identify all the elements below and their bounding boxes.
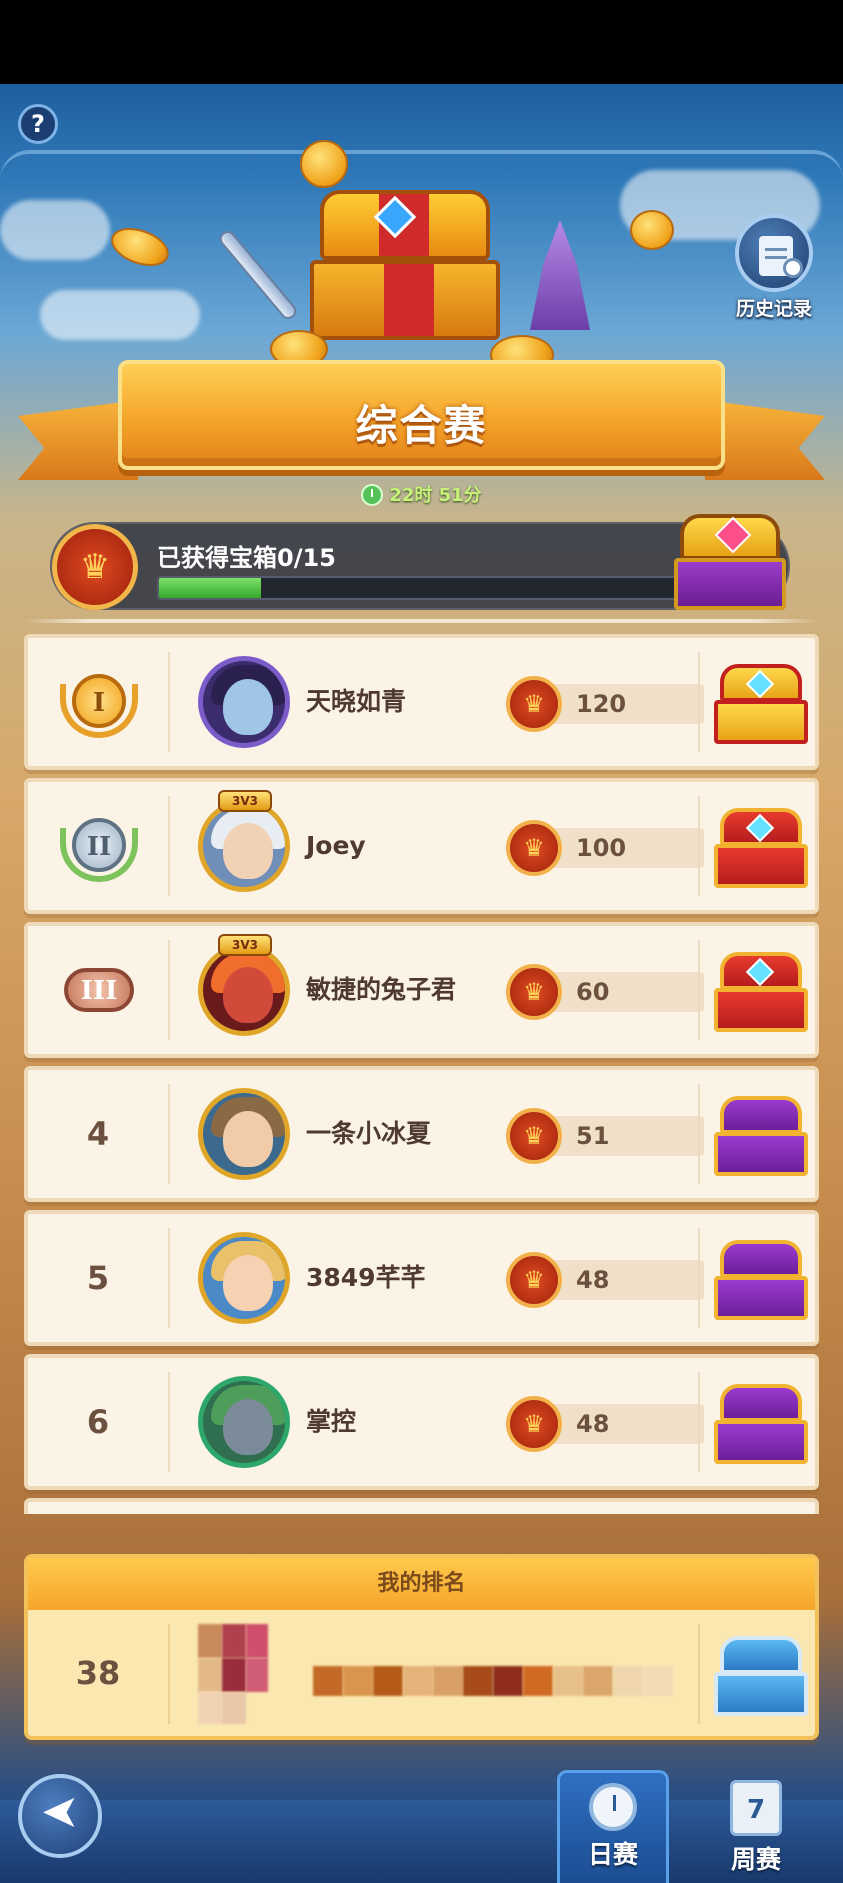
- score-value: 51: [576, 1122, 610, 1150]
- chest-progress-bar: [157, 576, 727, 600]
- blue-chest-icon[interactable]: [714, 1632, 808, 1720]
- gold-medal-icon: I: [60, 664, 138, 740]
- gold-chest-icon[interactable]: [714, 660, 808, 748]
- tower-icon: [530, 220, 590, 330]
- coin-icon: [300, 140, 348, 188]
- leaderboard-row[interactable]: I 天晓如青 ♛ 120: [24, 634, 819, 770]
- my-rank-header: 我的排名: [28, 1558, 815, 1610]
- purple-chest-icon[interactable]: [714, 1380, 808, 1468]
- clock-icon: [361, 484, 384, 506]
- trophy-icon: ♛: [506, 1396, 562, 1452]
- calendar-icon: 7: [730, 1780, 782, 1836]
- frame-badge: 3V3: [218, 790, 272, 812]
- leaderboard-row[interactable]: [24, 1498, 819, 1514]
- help-icon: ?: [31, 110, 45, 138]
- treasure-chest-icon: [310, 190, 500, 340]
- redacted-name: [313, 1666, 693, 1696]
- player-name: 掌控: [306, 1407, 357, 1436]
- clock-icon: [589, 1783, 637, 1831]
- rank-number: 4: [86, 1115, 110, 1153]
- treasure-illustration: [105, 140, 680, 380]
- trophy-icon: ♛: [506, 1252, 562, 1308]
- leaderboard-row[interactable]: 5 3849芊芊 ♛ 48: [24, 1210, 819, 1346]
- trophy-icon: ♛: [506, 1108, 562, 1164]
- avatar[interactable]: [198, 1232, 290, 1324]
- tab-daily[interactable]: 日赛: [557, 1770, 669, 1883]
- title-banner: 综合赛: [18, 360, 825, 500]
- medal-numeral: II: [72, 818, 126, 872]
- chest-progress-fill: [159, 578, 261, 598]
- score-value: 48: [576, 1266, 610, 1294]
- history-label: 历史记录: [735, 298, 812, 320]
- page-title: 综合赛: [355, 401, 488, 450]
- score-value: 120: [576, 690, 627, 718]
- leaderboard-row[interactable]: II 3V3 Joey ♛ 100: [24, 778, 819, 914]
- coin-icon: [105, 220, 175, 274]
- leaderboard-list[interactable]: I 天晓如青 ♛ 120 II 3V3 Joey ♛ 100 III 3V3 敏…: [0, 634, 843, 1514]
- trophy-icon: ♛: [52, 524, 138, 610]
- trophy-icon: ♛: [506, 676, 562, 732]
- divider: [24, 619, 819, 623]
- player-name: 天晓如青: [306, 687, 407, 716]
- bronze-medal-icon: III: [60, 952, 138, 1028]
- rank-number: 6: [86, 1403, 110, 1441]
- player-name: 3849芊芊: [306, 1263, 426, 1292]
- medal-numeral: III: [64, 968, 134, 1012]
- purple-chest-icon[interactable]: [714, 1092, 808, 1180]
- purple-chest-icon[interactable]: [714, 1236, 808, 1324]
- tab-weekly-label: 周赛: [730, 1845, 781, 1874]
- player-name: 一条小冰夏: [306, 1119, 432, 1148]
- medal-numeral: I: [72, 674, 126, 728]
- cloud: [0, 200, 110, 260]
- score-value: 48: [576, 1410, 610, 1438]
- leaderboard-row[interactable]: 4 一条小冰夏 ♛ 51: [24, 1066, 819, 1202]
- calendar-day: 7: [746, 1795, 766, 1825]
- score-value: 100: [576, 834, 627, 862]
- my-rank-number: 38: [75, 1654, 121, 1692]
- red-chest-icon[interactable]: [714, 804, 808, 892]
- leaderboard-row[interactable]: 6 掌控 ♛ 48: [24, 1354, 819, 1490]
- screen: ? 历史记录 综合赛 22时 51分 ♛ 已获得宝箱0/15 I 天晓如青 ♛ …: [0, 0, 843, 1883]
- sword-icon: [216, 227, 300, 323]
- history-record-icon: [735, 214, 813, 292]
- red-chest-icon[interactable]: [714, 948, 808, 1036]
- milestone-chest-icon[interactable]: [672, 508, 790, 616]
- tab-weekly[interactable]: 7 周赛: [700, 1770, 812, 1883]
- timer-text: 22时 51分: [389, 485, 482, 506]
- history-button[interactable]: 历史记录: [724, 214, 824, 320]
- score-value: 60: [576, 978, 610, 1006]
- trophy-icon: ♛: [506, 964, 562, 1020]
- help-button[interactable]: ?: [18, 104, 58, 144]
- chest-progress-label: 已获得宝箱0/15: [157, 544, 336, 572]
- coin-icon: [630, 210, 674, 250]
- avatar[interactable]: [198, 944, 290, 1036]
- avatar[interactable]: [198, 800, 290, 892]
- leaderboard-row[interactable]: III 3V3 敏捷的兔子君 ♛ 60: [24, 922, 819, 1058]
- avatar[interactable]: [198, 656, 290, 748]
- back-button[interactable]: ➤: [18, 1774, 102, 1858]
- avatar[interactable]: [198, 1088, 290, 1180]
- avatar[interactable]: [198, 1376, 290, 1468]
- rank-number: 5: [86, 1259, 110, 1297]
- countdown-timer: 22时 51分: [0, 481, 843, 507]
- player-name: 敏捷的兔子君: [306, 975, 457, 1004]
- silver-medal-icon: II: [60, 808, 138, 884]
- back-arrow-icon: ➤: [40, 1787, 80, 1841]
- avatar: [198, 1624, 268, 1724]
- player-name: Joey: [306, 831, 366, 860]
- frame-badge: 3V3: [218, 934, 272, 956]
- trophy-icon: ♛: [506, 820, 562, 876]
- tab-daily-label: 日赛: [587, 1840, 638, 1869]
- my-rank-panel: 我的排名 38: [24, 1554, 819, 1740]
